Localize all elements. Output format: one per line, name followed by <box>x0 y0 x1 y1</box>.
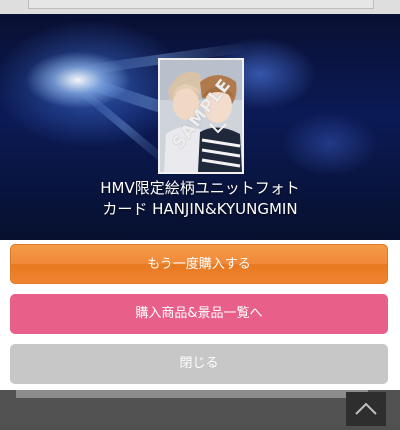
page-footer-background <box>0 390 400 426</box>
close-button[interactable]: 閉じる <box>10 344 388 384</box>
buy-again-button[interactable]: もう一度購入する <box>10 244 388 284</box>
result-hero-banner: SAMPLE HMV限定絵柄ユニットフォトカード HANJIN&KYUNGMIN <box>0 14 400 240</box>
prize-title: HMV限定絵柄ユニットフォトカード HANJIN&KYUNGMIN <box>100 179 300 218</box>
top-background-panel <box>28 0 374 9</box>
purchase-list-button[interactable]: 購入商品&景品一覧へ <box>10 294 388 334</box>
footer-strip <box>16 390 368 398</box>
photocard-image: SAMPLE <box>158 58 244 174</box>
back-to-top-button[interactable] <box>346 392 386 426</box>
action-panel: もう一度購入する 購入商品&景品一覧へ 閉じる <box>0 240 400 390</box>
top-background-strip <box>0 0 400 14</box>
chevron-up-icon <box>355 402 377 415</box>
